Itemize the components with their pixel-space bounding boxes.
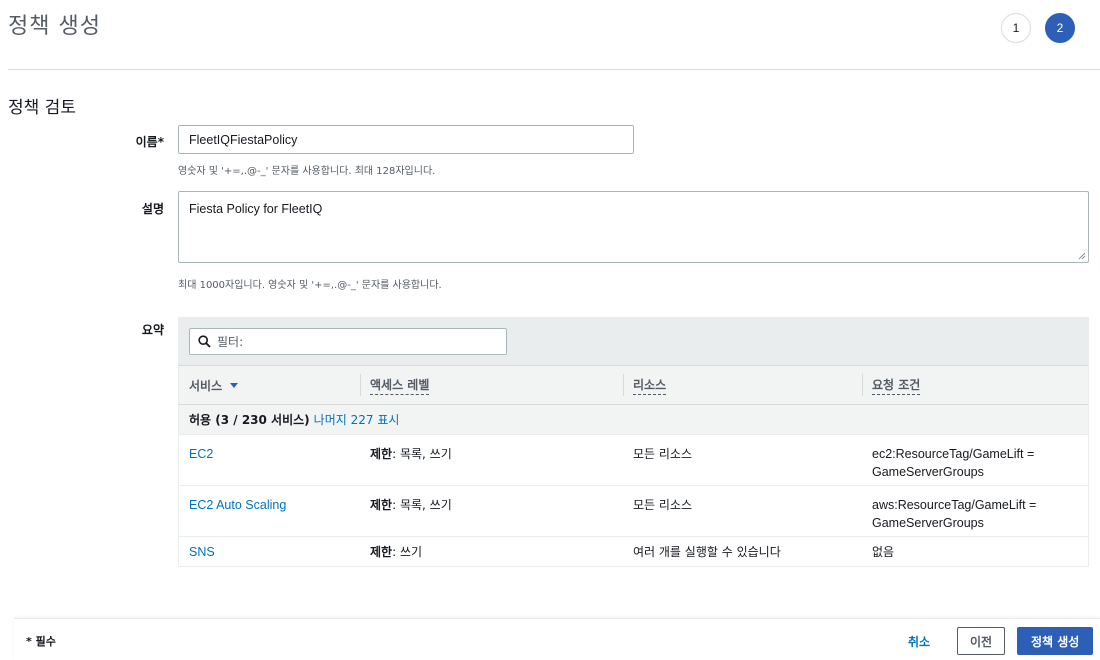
access-level-cell: 제한: 목록, 쓰기 bbox=[360, 496, 452, 514]
description-label: 설명 bbox=[141, 202, 164, 216]
resource-cell: 모든 리소스 bbox=[633, 498, 693, 512]
column-header-resource[interactable]: 리소스 bbox=[623, 366, 667, 404]
wizard-steps: 1 2 bbox=[1001, 13, 1075, 43]
request-condition-cell: ec2:ResourceTag/GameLift = GameServerGro… bbox=[872, 447, 1035, 479]
policy-name-input[interactable]: FleetIQFiestaPolicy bbox=[178, 125, 634, 154]
footer-bar: * 필수 취소 이전 정책 생성 bbox=[14, 618, 1100, 660]
service-link-sns[interactable]: SNS bbox=[179, 543, 215, 561]
resource-cell: 모든 리소스 bbox=[633, 447, 693, 461]
filter-input[interactable]: 필터: bbox=[189, 328, 507, 355]
column-header-service[interactable]: 서비스 bbox=[179, 366, 239, 404]
service-link-ec2[interactable]: EC2 bbox=[179, 445, 213, 463]
column-header-access-level[interactable]: 액세스 레벨 bbox=[360, 366, 430, 404]
required-note: * 필수 bbox=[26, 635, 56, 648]
filter-placeholder: 필터: bbox=[217, 335, 244, 349]
policy-name-value: FleetIQFiestaPolicy bbox=[189, 132, 298, 147]
step-1-indicator[interactable]: 1 bbox=[1001, 13, 1031, 43]
cancel-button[interactable]: 취소 bbox=[908, 633, 930, 650]
service-link-ec2-auto-scaling[interactable]: EC2 Auto Scaling bbox=[179, 496, 286, 514]
table-row: EC2 제한: 목록, 쓰기 모든 리소스 ec2:ResourceTag/Ga… bbox=[179, 435, 1088, 486]
access-level-prefix: 제한 bbox=[370, 545, 393, 559]
summary-table: 필터: 서비스 액세스 레벨 리소스 요청 조건 허용 (3 / 230 서비스… bbox=[178, 317, 1089, 567]
filter-bar: 필터: bbox=[179, 318, 1088, 365]
name-hint: 영숫자 및 '+=,.@-_' 문자를 사용합니다. 최대 128자입니다. bbox=[178, 166, 436, 177]
table-header-row: 서비스 액세스 레벨 리소스 요청 조건 bbox=[179, 365, 1088, 405]
resource-cell: 여러 개를 실행할 수 있습니다 bbox=[633, 545, 781, 559]
column-header-access-level-label: 액세스 레벨 bbox=[370, 376, 430, 395]
header-divider bbox=[8, 69, 1100, 70]
name-label: 이름* bbox=[135, 135, 164, 149]
summary-label: 요약 bbox=[141, 323, 164, 337]
access-level-detail: : 목록, 쓰기 bbox=[392, 447, 452, 461]
table-row: SNS 제한: 쓰기 여러 개를 실행할 수 있습니다 없음 bbox=[179, 537, 1088, 567]
request-condition-cell: aws:ResourceTag/GameLift = GameServerGro… bbox=[872, 498, 1037, 530]
column-header-service-label: 서비스 bbox=[189, 378, 223, 393]
access-level-prefix: 제한 bbox=[370, 498, 393, 512]
sort-desc-icon bbox=[230, 382, 239, 388]
table-row: EC2 Auto Scaling 제한: 목록, 쓰기 모든 리소스 aws:R… bbox=[179, 486, 1088, 537]
description-hint: 최대 1000자입니다. 영숫자 및 '+=,.@-_' 문자를 사용합니다. bbox=[178, 280, 442, 291]
description-textarea[interactable]: Fiesta Policy for FleetIQ bbox=[178, 191, 1089, 263]
request-condition-cell: 없음 bbox=[872, 545, 895, 559]
access-level-detail: : 목록, 쓰기 bbox=[392, 498, 452, 512]
access-level-detail: : 쓰기 bbox=[392, 545, 423, 559]
page-title: 정책 생성 bbox=[8, 14, 101, 39]
allow-group-label: 허용 (3 / 230 서비스) bbox=[189, 413, 310, 427]
resize-grip-icon[interactable] bbox=[1078, 252, 1086, 260]
step-2-indicator: 2 bbox=[1045, 13, 1075, 43]
column-header-request-condition-label: 요청 조건 bbox=[872, 376, 921, 395]
column-header-request-condition[interactable]: 요청 조건 bbox=[862, 366, 921, 404]
access-level-cell: 제한: 쓰기 bbox=[360, 543, 422, 561]
access-level-cell: 제한: 목록, 쓰기 bbox=[360, 445, 452, 463]
description-value: Fiesta Policy for FleetIQ bbox=[189, 202, 323, 216]
access-level-prefix: 제한 bbox=[370, 447, 393, 461]
search-icon bbox=[198, 335, 211, 348]
create-policy-button[interactable]: 정책 생성 bbox=[1017, 627, 1094, 655]
allow-group-row: 허용 (3 / 230 서비스) 나머지 227 표시 bbox=[179, 405, 1088, 435]
show-remaining-link[interactable]: 나머지 227 표시 bbox=[314, 411, 400, 428]
previous-button[interactable]: 이전 bbox=[957, 627, 1006, 655]
column-header-resource-label: 리소스 bbox=[633, 376, 667, 395]
section-title: 정책 검토 bbox=[8, 98, 76, 118]
